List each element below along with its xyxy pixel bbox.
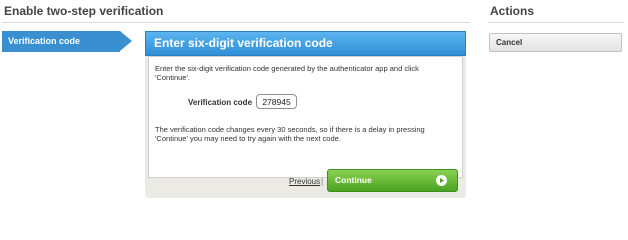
- actions-divider: [488, 22, 624, 23]
- verification-code-input[interactable]: [256, 94, 297, 109]
- continue-button-label: Continue: [335, 175, 372, 185]
- panel-body: Enter the six-digit verification code ge…: [148, 56, 463, 178]
- step-tab-verification-code: Verification code: [2, 31, 132, 52]
- intro-text: Enter the six-digit verification code ge…: [155, 64, 419, 82]
- cancel-button[interactable]: Cancel: [489, 33, 622, 52]
- cancel-button-label: Cancel: [496, 38, 523, 47]
- code-timing-note: The verification code changes every 30 s…: [155, 125, 425, 143]
- previous-link[interactable]: Previous: [289, 177, 320, 186]
- link-separator: |: [321, 177, 324, 186]
- play-circle-icon: [436, 175, 447, 186]
- page-title: Enable two-step verification: [4, 4, 164, 18]
- continue-button[interactable]: Continue: [327, 169, 458, 192]
- panel-header: Enter six-digit verification code: [145, 31, 466, 56]
- title-divider: [2, 22, 470, 23]
- step-tab-label: Verification code: [8, 36, 81, 46]
- verification-code-label: Verification code: [188, 98, 253, 107]
- actions-title: Actions: [490, 4, 535, 18]
